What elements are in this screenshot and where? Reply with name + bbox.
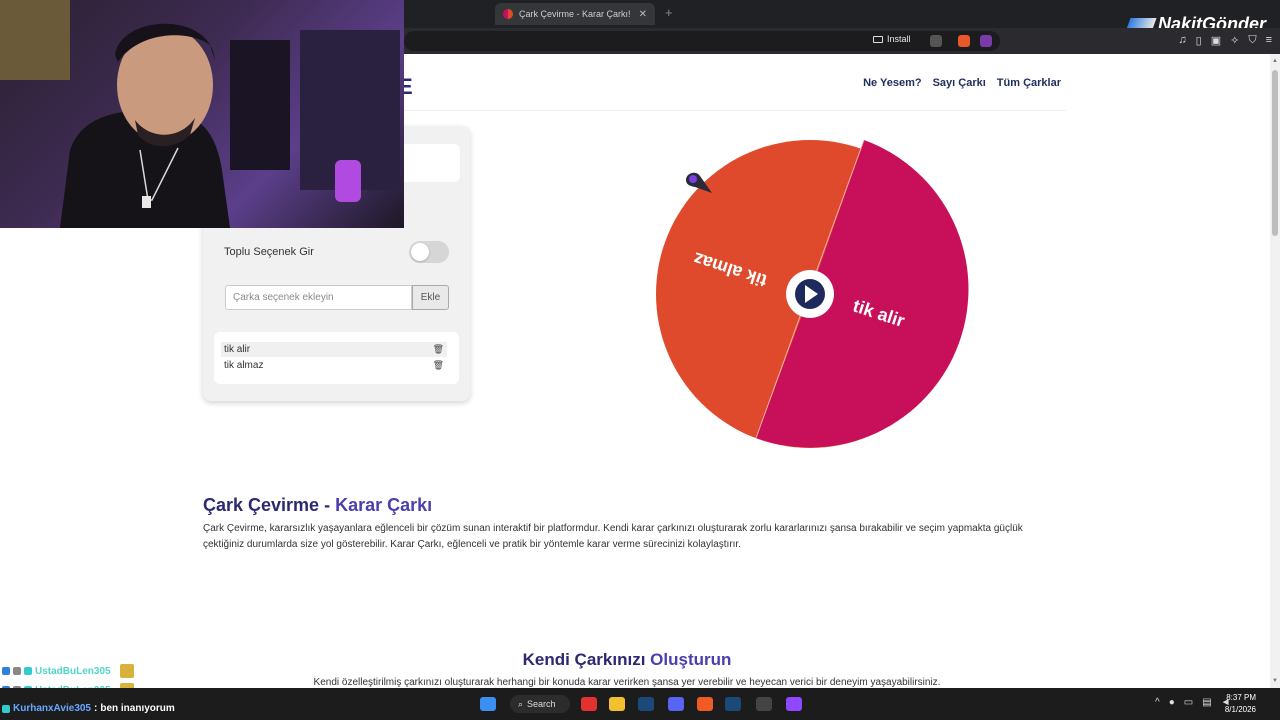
- vpn-icon[interactable]: ⛉: [1248, 34, 1256, 47]
- heading-main: Çark Çevirme -: [203, 495, 331, 515]
- list-item[interactable]: tik almaz 🗑: [221, 358, 447, 373]
- wheel-favicon-icon: [503, 9, 513, 19]
- badge-icon: [13, 667, 21, 675]
- scroll-thumb[interactable]: [1272, 70, 1278, 236]
- trash-icon[interactable]: 🗑: [433, 344, 444, 355]
- close-tab-icon[interactable]: ✕: [639, 9, 647, 20]
- display-icon[interactable]: ▭: [1184, 697, 1193, 708]
- windows-start-icon[interactable]: [480, 697, 496, 711]
- monitor-icon: [873, 35, 883, 43]
- nav-ne-yesem[interactable]: Ne Yesem?: [863, 77, 922, 89]
- system-tray: ^ ● ▭ ▤ ◄: [1155, 697, 1231, 708]
- main-nav: Ne Yesem? Sayı Çarkı Tüm Çarklar: [863, 77, 1061, 89]
- new-tab-icon[interactable]: +: [665, 5, 673, 20]
- install-button[interactable]: Install: [873, 34, 911, 44]
- toggle-knob: [411, 243, 429, 261]
- option-label: tik almaz: [224, 360, 264, 371]
- badge-icon: [24, 667, 32, 675]
- badge-icon: [2, 704, 10, 713]
- steam-icon[interactable]: [725, 697, 741, 711]
- chat-line: UstadBuLen305 :: [2, 664, 242, 678]
- brave-icon[interactable]: [697, 697, 713, 711]
- chat-separator: :: [94, 703, 98, 714]
- scroll-up-icon[interactable]: ▲: [1272, 58, 1278, 64]
- clock-date: 8/1/2026: [1224, 705, 1256, 714]
- chat-username: KurhanxAvie305: [13, 703, 91, 714]
- search-icon: ⌕: [518, 698, 524, 709]
- steam-icon[interactable]: [638, 697, 654, 711]
- heading-accent: Karar Çarkı: [335, 495, 433, 515]
- h2-accent: Oluşturun: [650, 650, 732, 669]
- chat-line: KurhanxAvie305 : ben inanıyorum: [2, 703, 242, 714]
- add-option-button[interactable]: Ekle: [412, 285, 449, 310]
- taskbar-clock[interactable]: 8:37 PM 8/1/2026: [1225, 692, 1256, 716]
- taskbar-search[interactable]: ⌕ Search: [510, 695, 570, 713]
- list-item[interactable]: tik alir 🗑: [221, 342, 447, 357]
- option-label: tik alir: [224, 344, 251, 355]
- emote-icon: [119, 664, 134, 678]
- badge-icon: [2, 667, 10, 675]
- h2-main: Kendi Çarkınızı: [522, 650, 646, 669]
- install-label: Install: [887, 34, 911, 44]
- menu-icon[interactable]: ≡: [1266, 34, 1272, 47]
- webcam-overlay: [0, 0, 404, 228]
- bulk-entry-label: Toplu Seçenek Gir: [224, 246, 314, 258]
- microphone-icon[interactable]: ●: [1169, 697, 1175, 708]
- trash-icon[interactable]: 🗑: [433, 360, 444, 371]
- search-label: Search: [527, 699, 556, 709]
- active-tab[interactable]: Çark Çevirme - Karar Çarkı! ✕: [495, 3, 655, 25]
- app-icon[interactable]: [581, 697, 597, 711]
- chat-username: UstadBuLen305: [35, 665, 111, 677]
- ai-icon[interactable]: ✧: [1230, 34, 1239, 47]
- chevron-up-icon[interactable]: ^: [1155, 697, 1160, 708]
- clock-time: 8:37 PM: [1226, 693, 1256, 702]
- app-icon[interactable]: [786, 697, 802, 711]
- browser-toolbar-icons: ♫ ▯ ▣ ✧ ⛉ ≡: [1178, 34, 1272, 47]
- wallet-icon[interactable]: ▣: [1211, 34, 1221, 47]
- intro-paragraph: Çark Çevirme, kararsızlık yaşayanlara eğ…: [203, 523, 1023, 550]
- scroll-down-icon[interactable]: ▼: [1272, 678, 1278, 684]
- brave-rewards-icon[interactable]: [980, 35, 992, 47]
- tab-title: Çark Çevirme - Karar Çarkı!: [519, 9, 631, 19]
- streamer-camera-image: [0, 0, 400, 228]
- sidebar-icon[interactable]: ▯: [1196, 34, 1202, 47]
- chat-message: ben inanıyorum: [100, 703, 175, 714]
- option-input[interactable]: [225, 285, 412, 310]
- section-heading: Çark Çevirme - Karar Çarkı: [203, 495, 432, 516]
- music-icon[interactable]: ♫: [1178, 34, 1186, 47]
- obs-icon[interactable]: [756, 697, 772, 711]
- discord-icon[interactable]: [668, 697, 684, 711]
- file-explorer-icon[interactable]: [609, 697, 625, 711]
- wheel-pointer-icon: [686, 172, 712, 193]
- url-field[interactable]: [404, 31, 1000, 51]
- nav-tum-carklar[interactable]: Tüm Çarklar: [997, 77, 1061, 89]
- translate-icon[interactable]: [930, 35, 942, 47]
- network-icon[interactable]: ▤: [1202, 697, 1211, 708]
- nav-sayi-carki[interactable]: Sayı Çarkı: [933, 77, 986, 89]
- chat-message: :: [113, 665, 117, 677]
- brave-shield-icon[interactable]: [958, 35, 970, 47]
